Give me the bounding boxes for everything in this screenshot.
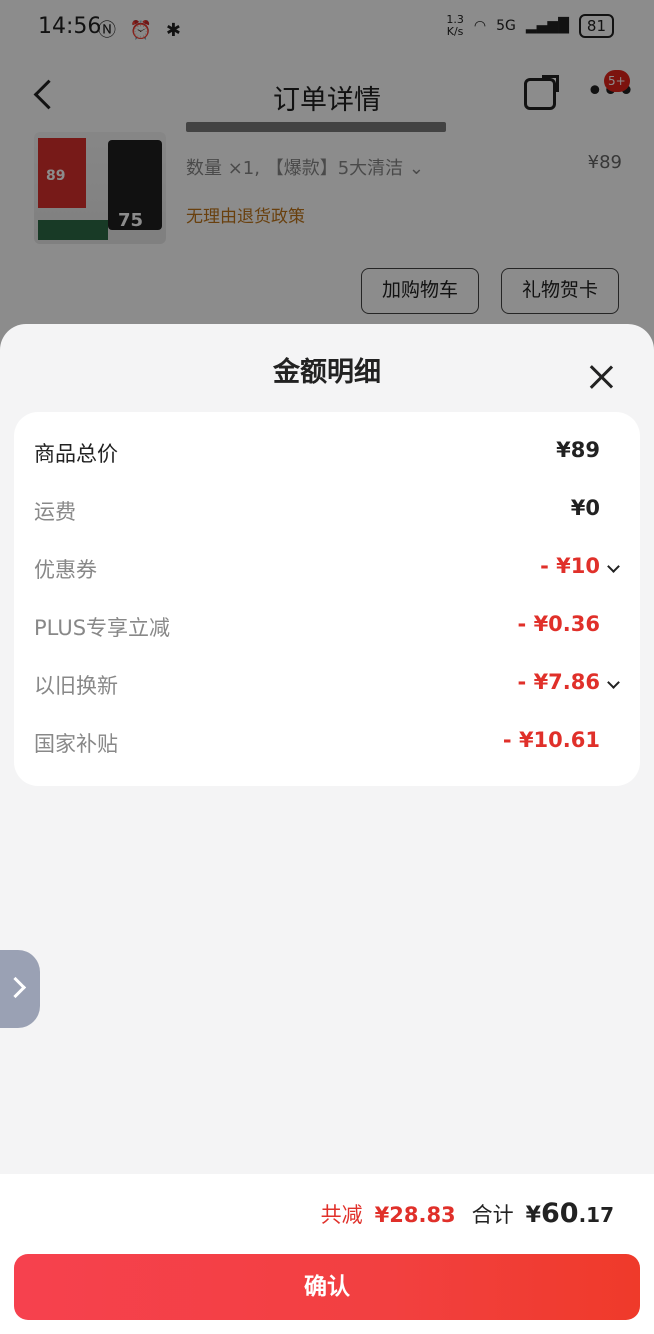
row-label: 运费 [34,500,76,524]
confirm-button[interactable]: 确认 [14,1254,640,1320]
row-value: - ¥10.61 [502,728,600,752]
row-label: 以旧换新 [34,674,118,698]
footer-summary: 共减 ¥28.83 合计 ¥60.17 [321,1198,614,1229]
row-label: 国家补贴 [34,732,118,756]
row-value: ¥89 [556,438,600,462]
row-label: PLUS专享立减 [34,616,171,640]
row-value: ¥0 [570,496,600,520]
row-trade-in[interactable]: 以旧换新 - ¥7.86 [14,656,640,714]
row-label: 商品总价 [34,442,118,466]
close-icon[interactable] [588,364,614,390]
chevron-down-icon[interactable] [607,676,620,689]
total-label: 合计 [471,1203,514,1227]
sheet-title: 金额明细 [273,357,381,388]
row-label: 优惠券 [34,558,97,582]
row-national-subsidy: 国家补贴 - ¥10.61 [14,714,640,772]
total-decimal: .17 [578,1203,614,1227]
side-expand-tab[interactable] [0,950,40,1028]
amount-detail-card: 商品总价 ¥89 运费 ¥0 优惠券 - ¥10 PLUS专享立减 - ¥0.3… [14,412,640,786]
row-value: - ¥10 [540,554,600,578]
total-currency: ¥ [525,1203,541,1228]
row-coupon[interactable]: 优惠券 - ¥10 [14,540,640,598]
footer-bar: 共减 ¥28.83 合计 ¥60.17 确认 [0,1174,654,1334]
total-amount: ¥60.17 [526,1198,614,1229]
chevron-down-icon[interactable] [607,560,620,573]
row-shipping: 运费 ¥0 [14,482,640,540]
total-reduce-label: 共减 [320,1203,363,1227]
row-value: - ¥0.36 [517,612,600,636]
row-value: - ¥7.86 [517,670,600,694]
row-plus-discount: PLUS专享立减 - ¥0.36 [14,598,640,656]
page: 14:56 Ⓝ ⏰ ✱ 1.3 K/s ◠ 5G ▂▄▆█ 81 订单详情 ••… [0,0,654,1334]
total-integer: 60 [540,1198,579,1229]
row-goods-total: 商品总价 ¥89 [14,424,640,482]
total-reduce-value: ¥28.83 [374,1203,456,1227]
